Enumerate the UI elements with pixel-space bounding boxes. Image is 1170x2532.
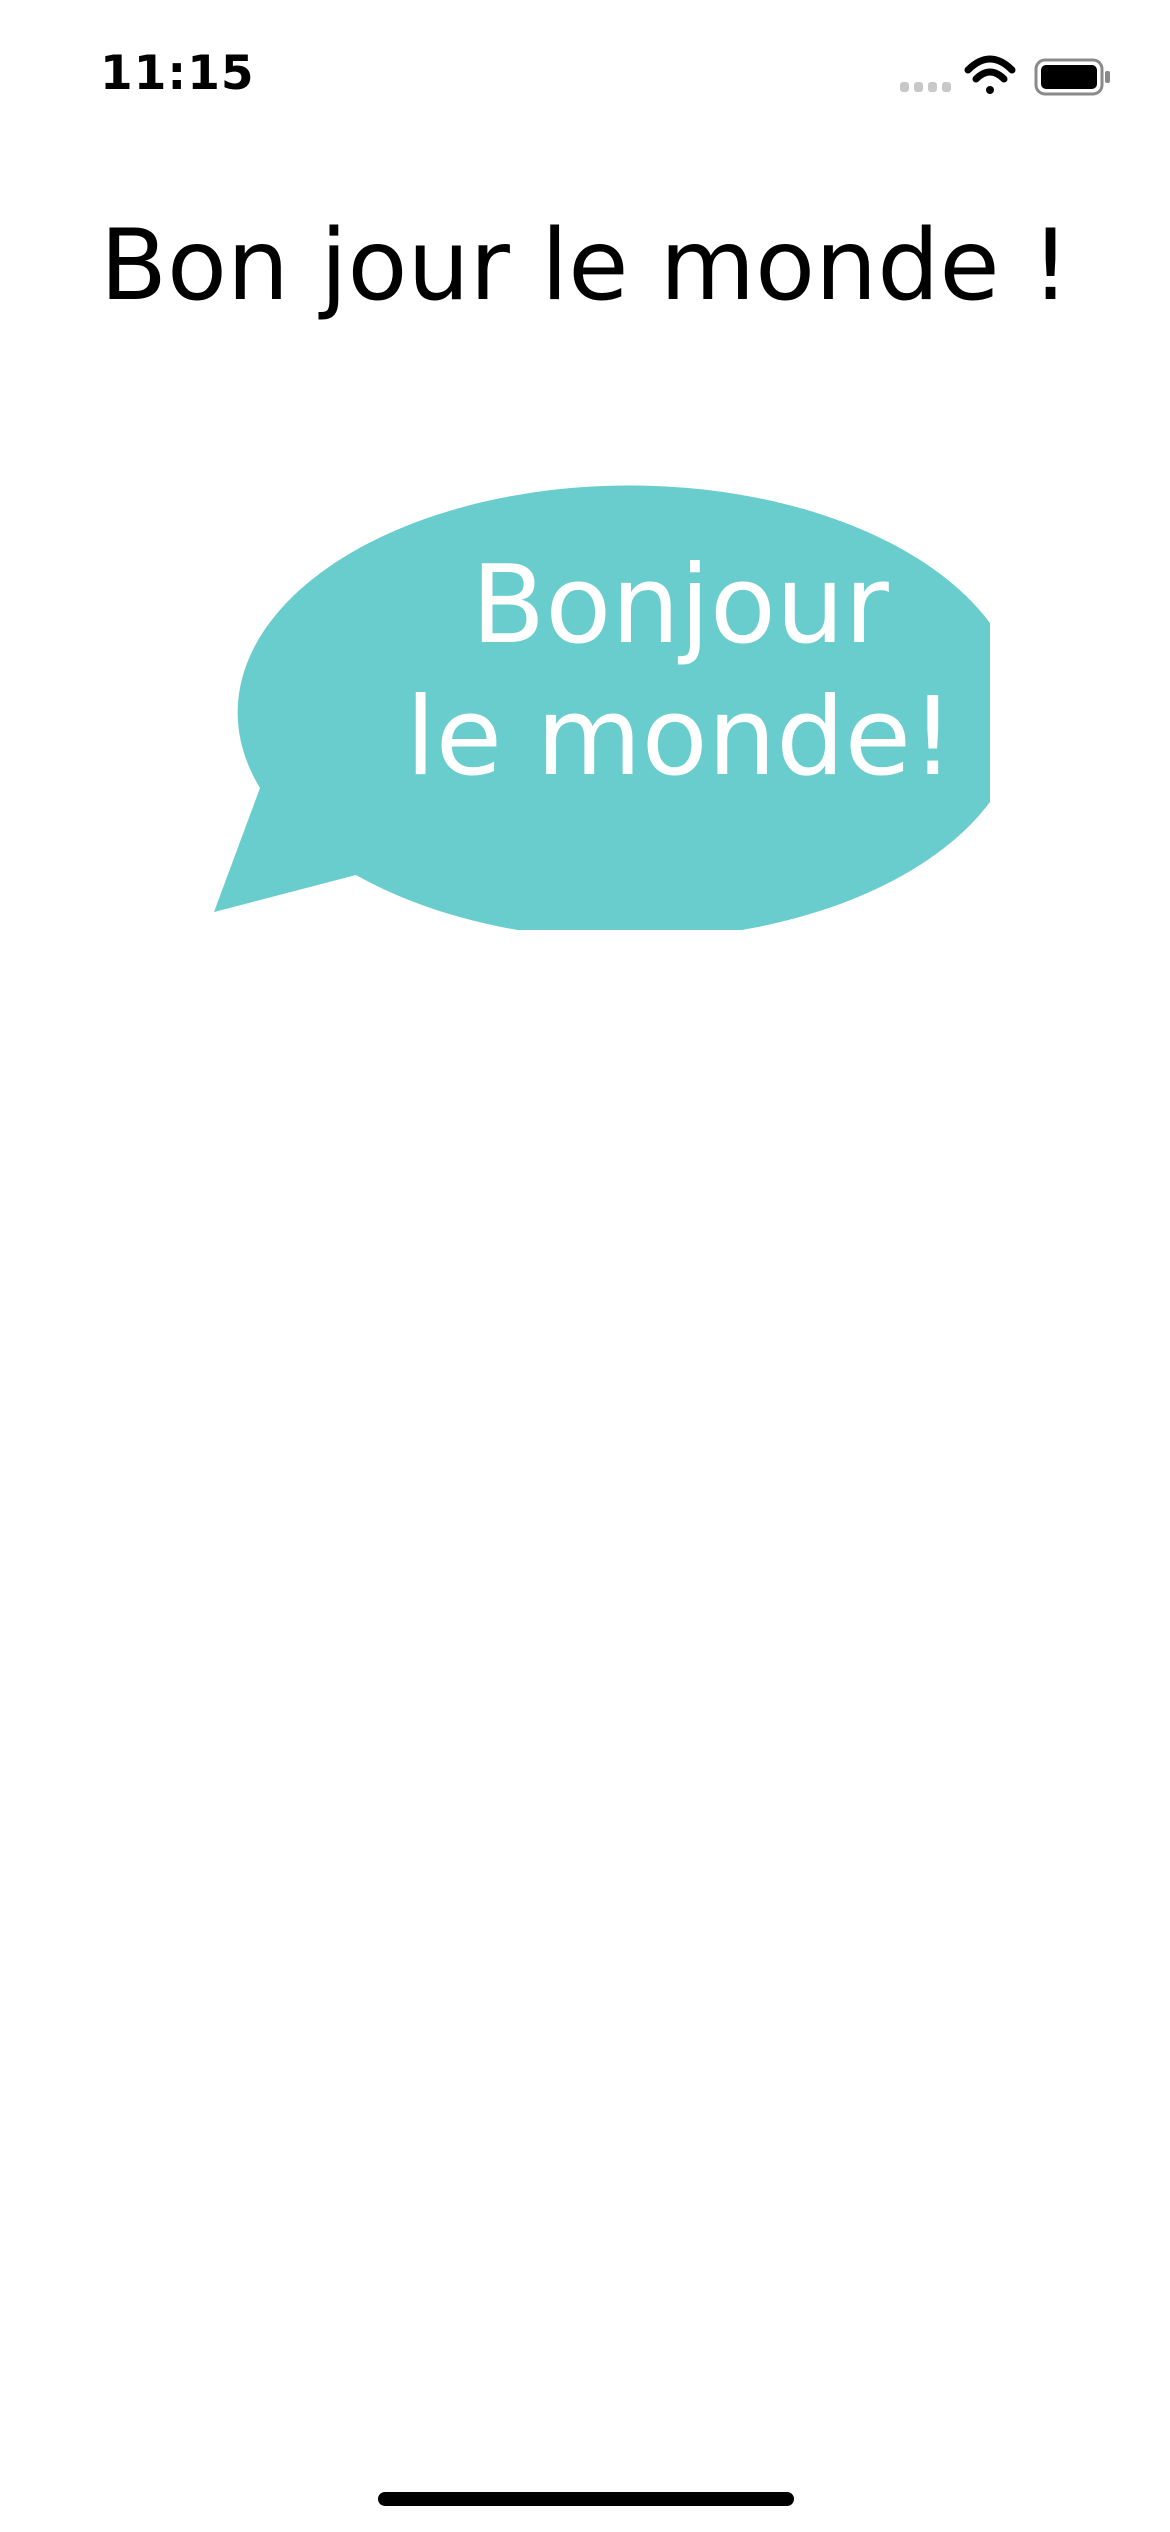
home-indicator[interactable]	[378, 2492, 794, 2506]
speech-bubble-line-2: le monde!	[405, 675, 955, 800]
status-icons	[900, 52, 1120, 100]
page-title: Bon jour le monde !	[99, 209, 1071, 323]
speech-bubble-text: Bonjour le monde!	[390, 540, 970, 804]
status-bar: 11:15	[0, 0, 1170, 140]
battery-icon	[1034, 58, 1110, 96]
wifi-icon	[964, 55, 1016, 94]
status-icons-svg	[900, 55, 1110, 96]
speech-bubble-line-1: Bonjour	[471, 543, 889, 668]
speech-bubble: Bonjour le monde!	[190, 430, 990, 930]
cellular-signal-icon	[900, 82, 951, 92]
status-time: 11:15	[100, 46, 255, 101]
